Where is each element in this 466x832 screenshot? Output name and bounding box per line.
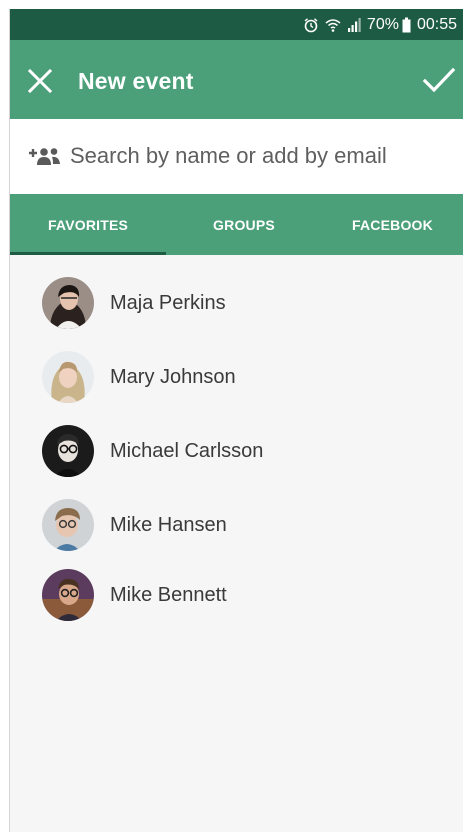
avatar	[42, 351, 94, 403]
avatar	[42, 569, 94, 621]
battery-icon	[402, 17, 411, 33]
contact-name: Mike Bennett	[110, 583, 227, 606]
app-bar: New event	[10, 40, 463, 119]
close-button[interactable]	[24, 65, 56, 97]
avatar	[42, 425, 94, 477]
tab-facebook[interactable]: FACEBOOK	[322, 194, 463, 255]
contact-name: Maja Perkins	[110, 291, 226, 314]
tab-favorites[interactable]: FAVORITES	[10, 194, 166, 255]
contact-item[interactable]: Michael Carlsson	[10, 421, 463, 481]
contact-item[interactable]: Mike Hansen	[10, 495, 463, 555]
contact-name: Michael Carlsson	[110, 439, 264, 462]
status-bar: 70% 00:55	[10, 9, 463, 40]
contact-item[interactable]: Mary Johnson	[10, 347, 463, 407]
contact-name: Mary Johnson	[110, 365, 236, 388]
phone-screen: 70% 00:55 New event Search by name or ad…	[9, 9, 463, 832]
avatar	[42, 277, 94, 329]
confirm-button[interactable]	[421, 64, 457, 96]
add-people-icon	[28, 145, 64, 167]
search-bar	[10, 119, 463, 194]
contact-item[interactable]: Mike Bennett	[10, 565, 463, 625]
tab-groups[interactable]: GROUPS	[166, 194, 322, 255]
battery-indicator: 70%	[367, 16, 411, 34]
check-icon	[422, 67, 456, 93]
signal-icon	[347, 17, 361, 33]
contact-item[interactable]: Maja Perkins	[10, 273, 463, 333]
contact-name: Mike Hansen	[110, 513, 227, 536]
page-title: New event	[78, 68, 194, 94]
alarm-icon	[303, 17, 319, 33]
avatar	[42, 499, 94, 551]
search-input[interactable]	[70, 139, 450, 173]
wifi-icon	[325, 17, 341, 33]
battery-level: 70%	[366, 15, 399, 33]
close-icon	[27, 68, 53, 94]
tab-bar: FAVORITES GROUPS FACEBOOK	[10, 194, 463, 255]
clock: 00:55	[416, 15, 457, 33]
